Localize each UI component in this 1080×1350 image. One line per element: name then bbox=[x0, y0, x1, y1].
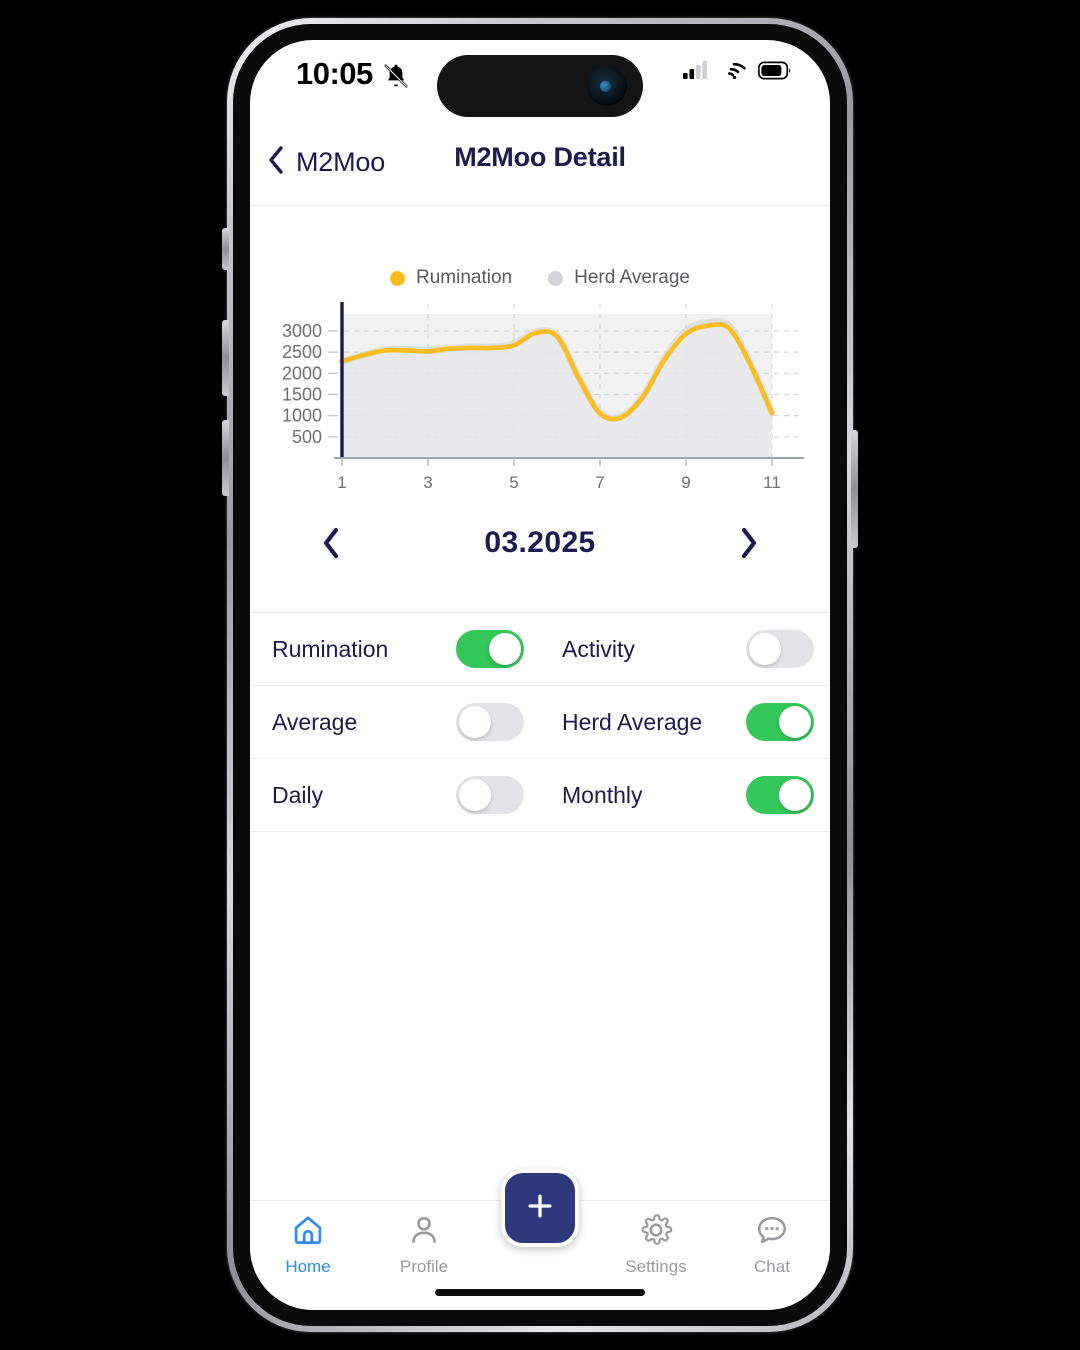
legend-dot-icon bbox=[390, 270, 406, 286]
toggle-knob bbox=[779, 779, 811, 811]
person-icon bbox=[407, 1213, 441, 1252]
svg-text:2000: 2000 bbox=[282, 363, 322, 383]
toggle-label: Activity bbox=[562, 635, 635, 662]
tab-profile[interactable]: Profile bbox=[366, 1213, 482, 1277]
tab-label: Chat bbox=[754, 1257, 790, 1276]
toggle-row: Average Herd Average bbox=[250, 686, 830, 759]
status-bar-indicators bbox=[683, 60, 792, 85]
toggle-switch-daily[interactable] bbox=[456, 776, 524, 814]
legend-label: Herd Average bbox=[574, 267, 690, 288]
svg-text:1: 1 bbox=[337, 473, 346, 492]
toggle-label: Herd Average bbox=[562, 708, 703, 735]
add-button[interactable] bbox=[501, 1169, 579, 1247]
toggle-knob bbox=[459, 706, 491, 738]
legend-dot-icon bbox=[548, 270, 564, 286]
toggle-cell-herd-average: Herd Average bbox=[540, 703, 830, 741]
status-bar-time: 10:05 bbox=[296, 56, 373, 91]
toggle-knob bbox=[779, 706, 811, 738]
page-title: M2Moo Detail bbox=[454, 142, 626, 172]
bottom-tab-bar: Home Profile Settings Chat bbox=[250, 1169, 830, 1310]
tab-label: Settings bbox=[625, 1257, 687, 1276]
toggle-row: Daily Monthly bbox=[250, 759, 830, 832]
toggle-settings-list: Rumination Activity Average Herd Average bbox=[250, 613, 830, 832]
wifi-icon bbox=[721, 60, 748, 85]
toggle-row: Rumination Activity bbox=[250, 613, 830, 686]
plus-icon bbox=[523, 1189, 557, 1228]
tab-settings[interactable]: Settings bbox=[598, 1213, 714, 1277]
front-camera-icon bbox=[587, 66, 627, 106]
svg-text:11: 11 bbox=[763, 473, 781, 492]
volume-down-button[interactable] bbox=[222, 420, 229, 496]
tab-chat[interactable]: Chat bbox=[714, 1213, 830, 1277]
current-month-label: 03.2025 bbox=[484, 526, 596, 559]
chart-legend: Rumination Herd Average bbox=[250, 267, 830, 289]
toggle-label: Rumination bbox=[272, 635, 389, 662]
tab-label: Home bbox=[285, 1257, 331, 1276]
status-bar: 10:05 bbox=[250, 40, 830, 118]
navigation-bar: M2Moo M2Moo Detail bbox=[250, 118, 830, 206]
toggle-knob bbox=[489, 633, 521, 665]
tab-home[interactable]: Home bbox=[250, 1213, 366, 1277]
toggle-cell-rumination: Rumination bbox=[250, 630, 540, 668]
toggle-switch-herd-average[interactable] bbox=[746, 703, 814, 741]
battery-icon bbox=[757, 61, 792, 85]
rumination-chart[interactable]: 500 1000 1500 2000 2500 3000 1 3 5 7 9 11 bbox=[250, 300, 830, 513]
home-icon bbox=[291, 1213, 325, 1252]
svg-text:1000: 1000 bbox=[282, 406, 322, 426]
month-navigation: 03.2025 bbox=[250, 503, 830, 583]
cellular-signal-icon bbox=[683, 60, 711, 85]
svg-text:1500: 1500 bbox=[282, 384, 322, 404]
phone-screen: 10:05 M2Moo M2Moo Detail Rumination Herd… bbox=[250, 40, 830, 1310]
svg-text:2500: 2500 bbox=[282, 342, 322, 362]
svg-text:7: 7 bbox=[595, 473, 604, 492]
screenshot-root: 10:05 M2Moo M2Moo Detail Rumination Herd… bbox=[0, 0, 1080, 1350]
toggle-switch-monthly[interactable] bbox=[746, 776, 814, 814]
power-button[interactable] bbox=[851, 430, 858, 548]
toggle-label: Average bbox=[272, 708, 358, 735]
legend-item-herd-average[interactable]: Herd Average bbox=[548, 267, 690, 289]
svg-text:3: 3 bbox=[423, 473, 432, 492]
bell-slash-icon bbox=[382, 62, 410, 95]
toggle-cell-average: Average bbox=[250, 703, 540, 741]
toggle-knob bbox=[459, 779, 491, 811]
previous-month-button[interactable] bbox=[320, 525, 342, 561]
chat-bubble-icon bbox=[755, 1213, 789, 1252]
legend-label: Rumination bbox=[416, 267, 513, 288]
next-month-button[interactable] bbox=[738, 525, 760, 561]
toggle-cell-monthly: Monthly bbox=[540, 776, 830, 814]
legend-item-rumination[interactable]: Rumination bbox=[390, 267, 512, 289]
svg-text:500: 500 bbox=[292, 427, 322, 447]
svg-text:9: 9 bbox=[681, 473, 690, 492]
svg-text:5: 5 bbox=[509, 473, 518, 492]
home-indicator bbox=[435, 1289, 645, 1296]
svg-text:3000: 3000 bbox=[282, 321, 322, 341]
toggle-switch-rumination[interactable] bbox=[456, 630, 524, 668]
toggle-switch-activity[interactable] bbox=[746, 630, 814, 668]
tab-label: Profile bbox=[399, 1257, 449, 1276]
toggle-label: Daily bbox=[272, 781, 324, 808]
gear-icon bbox=[639, 1213, 673, 1252]
toggle-cell-activity: Activity bbox=[540, 630, 830, 668]
volume-up-button[interactable] bbox=[222, 320, 229, 396]
toggle-label: Monthly bbox=[562, 781, 643, 808]
toggle-knob bbox=[749, 633, 781, 665]
silent-switch[interactable] bbox=[222, 228, 229, 270]
dynamic-island bbox=[437, 55, 643, 117]
toggle-cell-daily: Daily bbox=[250, 776, 540, 814]
toggle-switch-average[interactable] bbox=[456, 703, 524, 741]
